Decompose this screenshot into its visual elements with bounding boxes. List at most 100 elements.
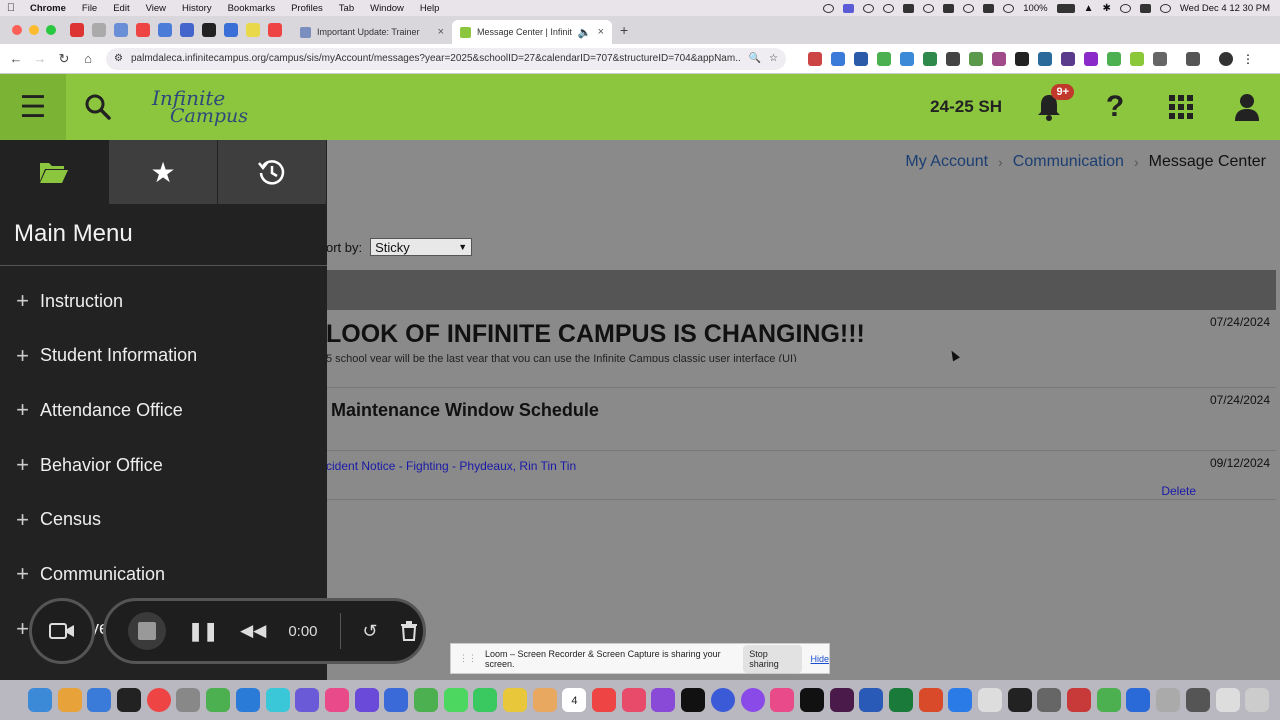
app-icon[interactable] <box>1215 688 1240 712</box>
forward-icon[interactable]: → <box>28 51 52 66</box>
extension-icon[interactable] <box>900 51 914 66</box>
facetime-icon[interactable] <box>473 688 498 712</box>
menu-window[interactable]: Window <box>362 3 412 14</box>
app-icon[interactable] <box>354 688 379 712</box>
wifi-icon[interactable]: ▲ <box>1084 3 1094 14</box>
app-icon[interactable] <box>1126 688 1151 712</box>
infinite-campus-logo[interactable]: Infinite Campus <box>152 88 248 126</box>
message-item[interactable]: LOOK OF INFINITE CAMPUS IS CHANGING!!! 5… <box>326 310 1276 388</box>
instagram-icon[interactable] <box>770 688 795 712</box>
pinned-tab[interactable] <box>136 23 150 37</box>
status-icon[interactable] <box>963 3 975 13</box>
minimize-window-button[interactable] <box>29 25 39 35</box>
app-icon[interactable] <box>206 688 231 712</box>
new-tab-button[interactable]: + <box>612 22 628 38</box>
pinned-tab[interactable] <box>246 23 260 37</box>
app-icon[interactable] <box>235 688 260 712</box>
hamburger-menu-button[interactable]: ☰ <box>0 74 66 140</box>
apps-button[interactable] <box>1148 74 1214 140</box>
extension-icon[interactable] <box>854 51 868 66</box>
app-icon[interactable] <box>532 688 557 712</box>
drag-handle-icon[interactable]: ⋮⋮ <box>459 653 477 664</box>
term-selector[interactable]: 24-25 SH <box>930 97 1016 117</box>
restart-icon[interactable]: ↺ <box>363 621 378 642</box>
excel-icon[interactable] <box>888 688 913 712</box>
menu-edit[interactable]: Edit <box>105 3 137 14</box>
app-icon[interactable] <box>1156 688 1181 712</box>
mic-icon[interactable] <box>823 3 835 13</box>
mail-icon[interactable] <box>87 688 112 712</box>
status-icon[interactable] <box>983 3 995 13</box>
app-icon[interactable] <box>384 688 409 712</box>
hide-sharing-link[interactable]: Hide <box>810 654 829 664</box>
canva-icon[interactable] <box>265 688 290 712</box>
calculator-icon[interactable] <box>1037 688 1062 712</box>
address-url[interactable]: palmdaleca.infinitecampus.org/campus/sis… <box>131 53 741 64</box>
message-title[interactable]: Maintenance Window Schedule <box>331 400 599 421</box>
menu-file[interactable]: File <box>74 3 105 14</box>
tab-main-menu[interactable] <box>0 140 109 204</box>
pinned-tab[interactable] <box>180 23 194 37</box>
maximize-window-button[interactable] <box>46 25 56 35</box>
extension-icon[interactable] <box>992 51 1006 66</box>
podcasts-icon[interactable] <box>651 688 676 712</box>
menu-help[interactable]: Help <box>412 3 448 14</box>
extension-icon[interactable] <box>831 51 845 66</box>
screen-share-icon[interactable] <box>843 3 855 13</box>
tab-message-center[interactable]: Message Center | Infinite 🔈 × <box>452 20 612 44</box>
app-icon[interactable] <box>1096 688 1121 712</box>
menu-tab[interactable]: Tab <box>331 3 362 14</box>
loom-camera-button[interactable] <box>29 598 95 664</box>
close-window-button[interactable] <box>12 25 22 35</box>
extension-icon[interactable] <box>946 51 960 66</box>
sort-select[interactable]: Sticky ▼ <box>370 238 473 256</box>
calendar-icon[interactable]: 4 <box>562 688 587 712</box>
chatgpt-icon[interactable] <box>117 688 142 712</box>
launchpad-icon[interactable] <box>57 688 82 712</box>
help-button[interactable]: ? <box>1082 74 1148 140</box>
messages-icon[interactable] <box>443 688 468 712</box>
reload-icon[interactable]: ↻ <box>52 51 76 67</box>
message-link[interactable]: cident Notice - Fighting - Phydeaux, Rin… <box>326 459 576 473</box>
x-icon[interactable] <box>799 688 824 712</box>
extension-icon[interactable] <box>877 51 891 66</box>
trash-bin-icon[interactable] <box>1245 688 1270 712</box>
pinned-tab[interactable] <box>70 23 84 37</box>
back-icon[interactable]: ← <box>4 51 28 66</box>
home-icon[interactable]: ⌂ <box>76 51 100 66</box>
chrome-menu-icon[interactable]: ⋮ <box>1242 52 1254 66</box>
message-item[interactable]: Maintenance Window Schedule 07/24/2024 <box>326 388 1276 451</box>
notes-icon[interactable] <box>978 688 1002 712</box>
extension-icon[interactable] <box>808 51 822 66</box>
tab-audio-icon[interactable]: 🔈 <box>578 26 592 39</box>
zoom-icon[interactable] <box>948 688 973 712</box>
word-icon[interactable] <box>859 688 884 712</box>
extension-icon[interactable] <box>969 51 983 66</box>
tab-close-icon[interactable]: × <box>598 26 604 38</box>
apple-icon[interactable]:  <box>0 2 22 14</box>
pinned-tab[interactable] <box>268 23 282 37</box>
menu-app-name[interactable]: Chrome <box>22 3 74 14</box>
tv-icon[interactable] <box>681 688 706 712</box>
sidebar-item-communication[interactable]: + Communication <box>0 547 327 602</box>
account-button[interactable] <box>1214 74 1280 140</box>
search-icon[interactable] <box>1119 3 1131 13</box>
powerpoint-icon[interactable] <box>918 688 943 712</box>
extension-icon[interactable] <box>1130 51 1144 66</box>
photos-icon[interactable] <box>503 688 527 712</box>
message-title[interactable]: LOOK OF INFINITE CAMPUS IS CHANGING!!! <box>326 320 865 349</box>
stop-sharing-button[interactable]: Stop sharing <box>743 644 803 673</box>
extension-icon[interactable] <box>1107 51 1121 66</box>
menu-profiles[interactable]: Profiles <box>283 3 331 14</box>
pinned-tab[interactable] <box>202 23 216 37</box>
delete-message-link[interactable]: Delete <box>1161 484 1196 498</box>
sidebar-item-student-information[interactable]: + Student Information <box>0 329 327 384</box>
pause-icon[interactable]: ❚❚ <box>188 621 218 642</box>
news-icon[interactable] <box>592 688 617 712</box>
status-icon[interactable] <box>903 3 915 13</box>
extension-icon[interactable] <box>1061 51 1075 66</box>
slack-icon[interactable] <box>829 688 854 712</box>
trash-icon[interactable] <box>400 621 418 641</box>
bookmark-star-icon[interactable]: ☆ <box>769 53 778 64</box>
tab-history[interactable] <box>218 140 327 204</box>
